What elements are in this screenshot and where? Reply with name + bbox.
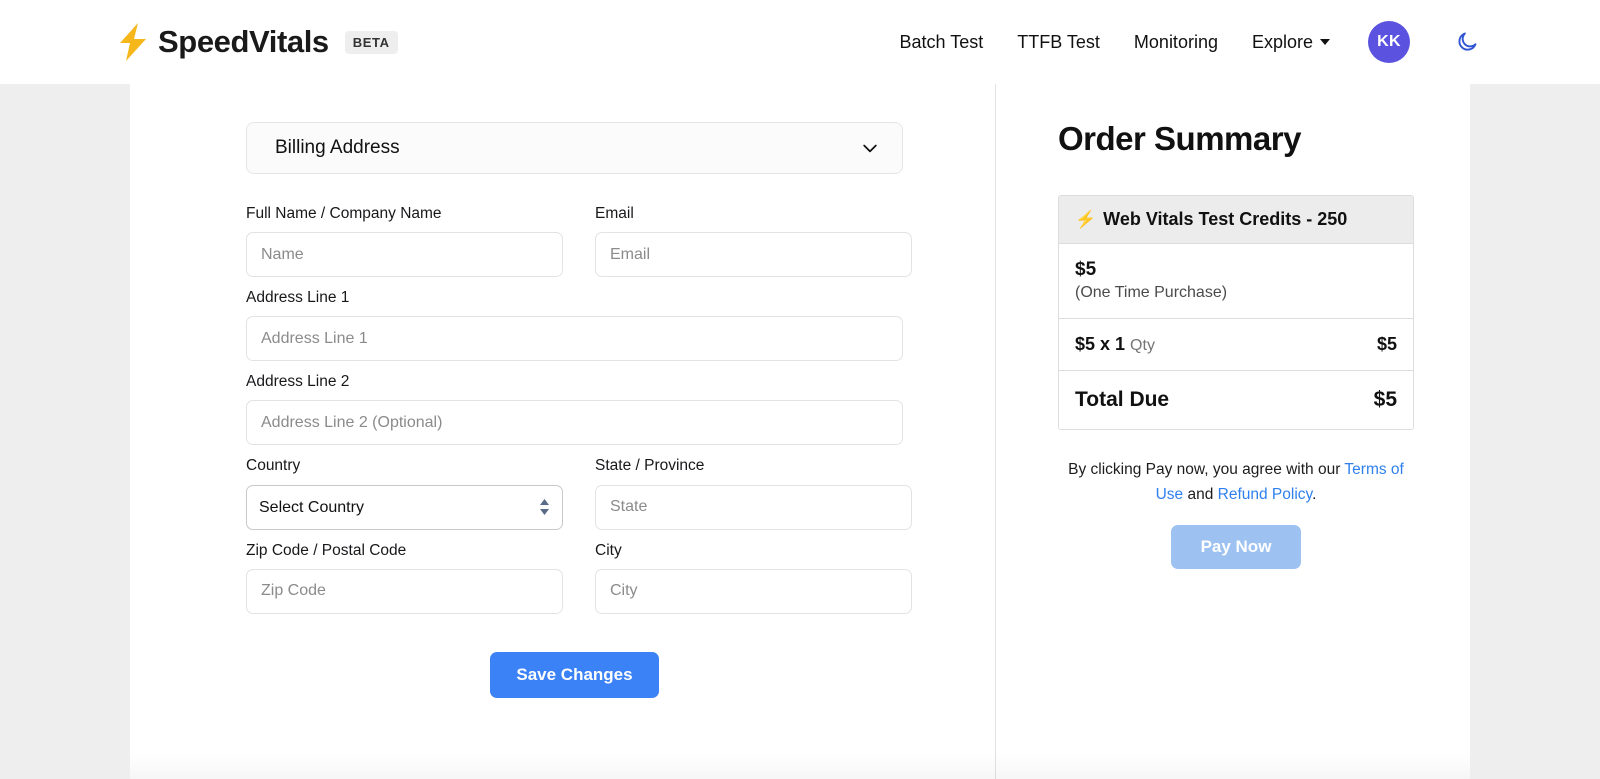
field-country: Country Select Country <box>246 456 563 529</box>
terms-disclaimer: By clicking Pay now, you agree with our … <box>1058 457 1414 507</box>
address-line-2-input[interactable] <box>246 400 903 445</box>
country-state-row: Country Select Country State / Province <box>246 456 903 540</box>
pay-now-button[interactable]: Pay Now <box>1171 525 1302 569</box>
nav-item-batch-test[interactable]: Batch Test <box>900 32 984 53</box>
brand-name: SpeedVitals <box>158 24 329 60</box>
field-email-label: Email <box>595 204 912 224</box>
order-total-amount: $5 <box>1374 388 1397 412</box>
order-summary-column: Order Summary ⚡ Web Vitals Test Credits … <box>996 84 1470 779</box>
field-state: State / Province <box>595 456 912 529</box>
order-item-header: ⚡ Web Vitals Test Credits - 250 <box>1059 196 1413 244</box>
order-summary-title: Order Summary <box>1058 120 1414 158</box>
field-city: City <box>595 541 912 614</box>
field-full-name-label: Full Name / Company Name <box>246 204 563 224</box>
brand-logo[interactable]: SpeedVitals BETA <box>118 23 398 61</box>
terms-suffix: . <box>1312 486 1316 503</box>
zip-code-input[interactable] <box>246 569 563 614</box>
state-input[interactable] <box>595 485 912 530</box>
nav-item-monitoring[interactable]: Monitoring <box>1134 32 1218 53</box>
order-total-label: Total Due <box>1075 388 1169 412</box>
order-qty-amount: $5 <box>1377 334 1397 355</box>
theme-toggle-button[interactable] <box>1452 27 1482 57</box>
field-city-label: City <box>595 541 912 561</box>
field-address-line-1: Address Line 1 <box>246 288 903 361</box>
lightning-bolt-icon <box>118 23 148 61</box>
nav-item-explore-label: Explore <box>1252 32 1313 53</box>
page-body: Billing Address Full Name / Company Name… <box>0 84 1600 779</box>
checkout-card: Billing Address Full Name / Company Name… <box>130 84 1470 779</box>
order-total-row: Total Due $5 <box>1059 371 1413 429</box>
order-item-name: Web Vitals Test Credits - 250 <box>1103 209 1347 230</box>
field-zip-code: Zip Code / Postal Code <box>246 541 563 614</box>
terms-between: and <box>1183 486 1217 503</box>
country-select-wrap: Select Country <box>246 485 563 530</box>
field-state-label: State / Province <box>595 456 912 476</box>
site-header: SpeedVitals BETA Batch Test TTFB Test Mo… <box>0 0 1600 84</box>
field-country-label: Country <box>246 456 563 476</box>
zip-city-row: Zip Code / Postal Code City <box>246 541 903 625</box>
address-line-1-input[interactable] <box>246 316 903 361</box>
order-qty-main: $5 x 1 <box>1075 334 1125 355</box>
avatar[interactable]: KK <box>1368 21 1410 63</box>
order-item-note: (One Time Purchase) <box>1075 284 1397 302</box>
billing-form-column: Billing Address Full Name / Company Name… <box>130 84 996 779</box>
email-input[interactable] <box>595 232 912 277</box>
field-address-line-2-label: Address Line 2 <box>246 372 903 392</box>
lightning-bolt-icon: ⚡ <box>1075 211 1096 228</box>
chevron-down-icon <box>860 138 880 158</box>
nav-item-explore[interactable]: Explore <box>1252 32 1330 53</box>
order-price-row: $5 (One Time Purchase) <box>1059 244 1413 319</box>
city-input[interactable] <box>595 569 912 614</box>
nav-item-ttfb-test[interactable]: TTFB Test <box>1017 32 1100 53</box>
moon-icon <box>1455 30 1479 54</box>
billing-address-accordion[interactable]: Billing Address <box>246 122 903 174</box>
order-item-price: $5 <box>1075 258 1397 282</box>
full-name-input[interactable] <box>246 232 563 277</box>
country-select[interactable]: Select Country <box>246 485 563 530</box>
name-email-row: Full Name / Company Name Email <box>246 204 903 288</box>
beta-badge: BETA <box>345 31 398 54</box>
save-changes-button[interactable]: Save Changes <box>490 652 658 698</box>
order-qty-unit: Qty <box>1130 337 1155 355</box>
field-zip-code-label: Zip Code / Postal Code <box>246 541 563 561</box>
field-address-line-2: Address Line 2 <box>246 372 903 445</box>
save-button-row: Save Changes <box>246 652 903 698</box>
order-qty-row: $5 x 1 Qty $5 <box>1059 319 1413 371</box>
order-box: ⚡ Web Vitals Test Credits - 250 $5 (One … <box>1058 195 1414 430</box>
terms-prefix: By clicking Pay now, you agree with our <box>1068 461 1340 478</box>
chevron-down-icon <box>1320 39 1330 45</box>
refund-policy-link[interactable]: Refund Policy <box>1218 486 1312 503</box>
field-email: Email <box>595 204 912 277</box>
pay-button-row: Pay Now <box>1058 525 1414 569</box>
billing-address-accordion-title: Billing Address <box>275 137 400 159</box>
field-full-name: Full Name / Company Name <box>246 204 563 277</box>
field-address-line-1-label: Address Line 1 <box>246 288 903 308</box>
main-nav: Batch Test TTFB Test Monitoring Explore … <box>900 21 1482 63</box>
